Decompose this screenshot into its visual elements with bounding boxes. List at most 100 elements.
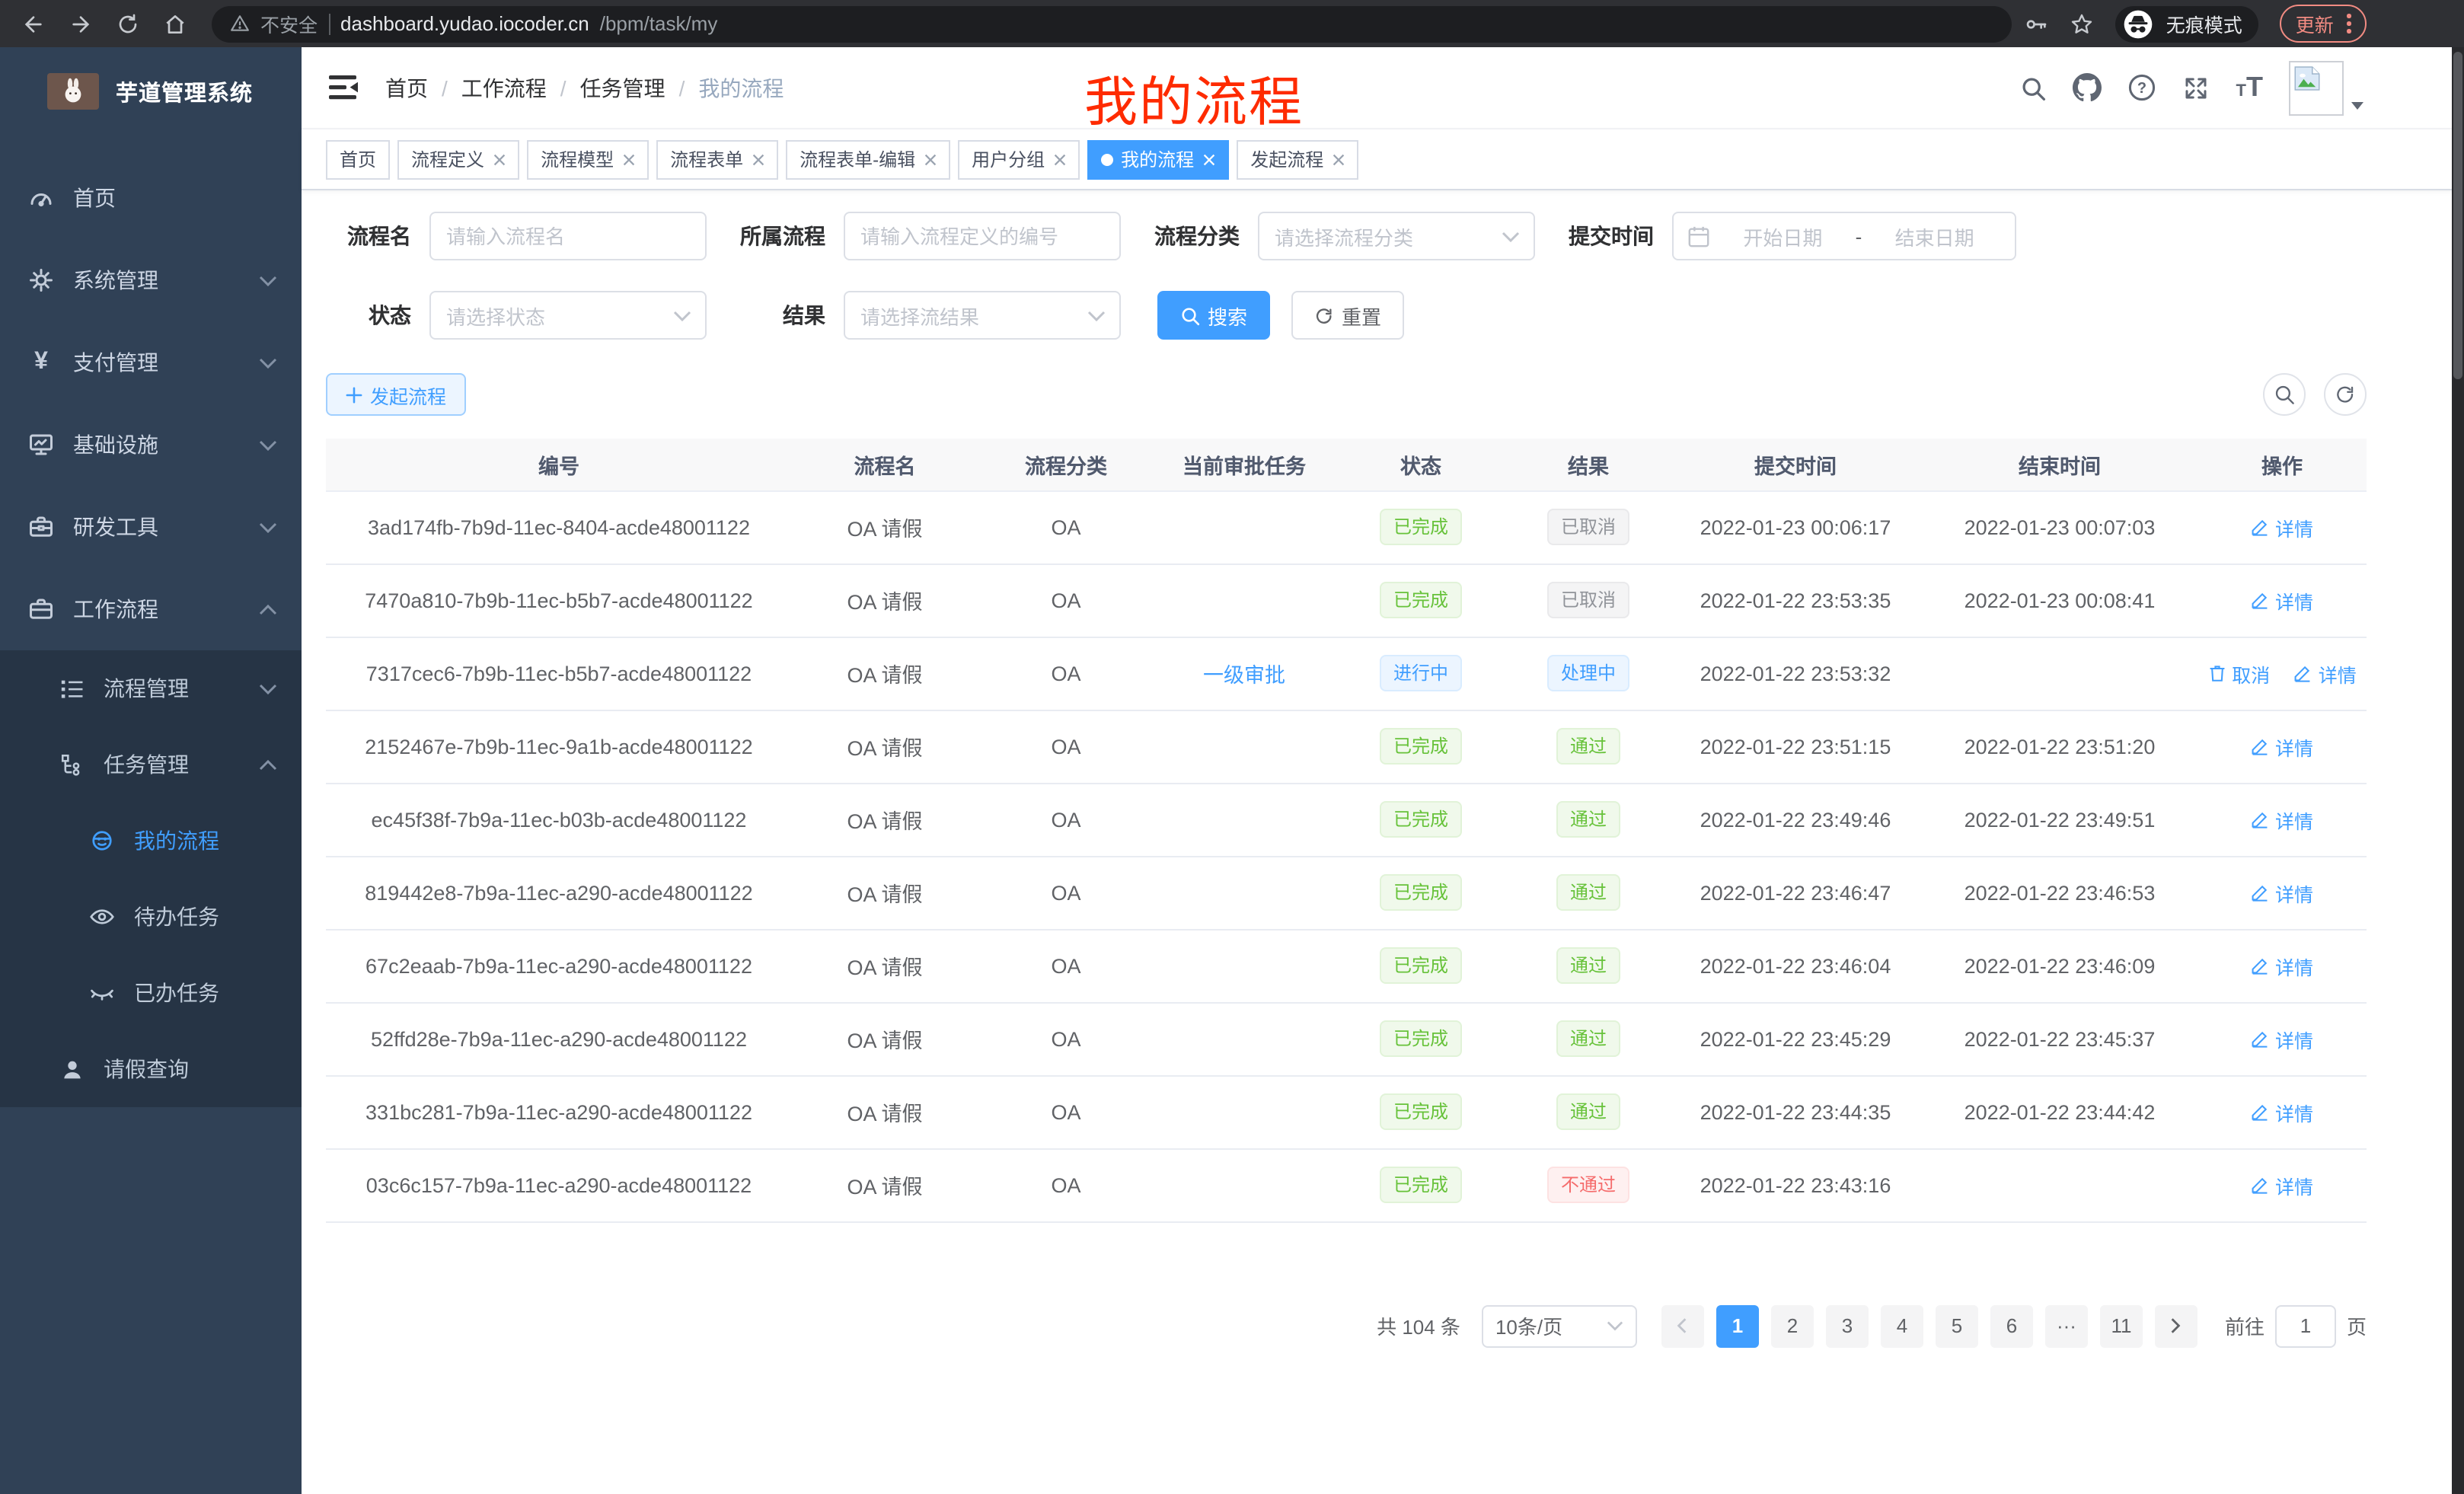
current-task-link[interactable]: 一级审批 <box>1203 664 1285 687</box>
detail-link[interactable]: 详情 <box>2251 586 2313 615</box>
page-button-11[interactable]: 11 <box>2100 1304 2143 1347</box>
close-icon[interactable] <box>1333 153 1345 165</box>
close-icon[interactable] <box>752 153 764 165</box>
status-badge: 已完成 <box>1380 947 1462 984</box>
reset-button[interactable]: 重置 <box>1291 291 1404 340</box>
scrollbar[interactable] <box>2452 47 2464 1494</box>
prev-page-button[interactable] <box>1661 1304 1704 1347</box>
help-icon[interactable]: ? <box>2128 73 2157 102</box>
address-bar[interactable]: 不安全 dashboard.yudao.iocoder.cn/bpm/task/… <box>212 5 2012 42</box>
close-icon[interactable] <box>493 153 506 165</box>
user-menu[interactable] <box>2289 60 2363 115</box>
chevron-down-icon <box>2351 101 2363 109</box>
search-toggle-button[interactable] <box>2263 373 2306 416</box>
sidebar-item-my-process[interactable]: 我的流程 <box>0 803 302 879</box>
breadcrumb-task-management[interactable]: 任务管理 <box>580 72 665 103</box>
sidebar-item-payment[interactable]: ¥ 支付管理 <box>0 321 302 404</box>
detail-link[interactable]: 详情 <box>2251 1097 2313 1126</box>
result-badge: 通过 <box>1556 728 1620 765</box>
logo[interactable]: 芋道管理系统 <box>0 47 302 136</box>
logo-image <box>47 73 99 110</box>
scrollbar-thumb[interactable] <box>2453 52 2462 379</box>
detail-link[interactable]: 详情 <box>2251 512 2313 541</box>
process-def-input[interactable] <box>844 212 1121 260</box>
sidebar-item-leave-query[interactable]: 请假查询 <box>0 1031 302 1107</box>
table-row: 7470a810-7b9b-11ec-b5b7-acde48001122 OA … <box>326 563 2367 637</box>
github-icon[interactable] <box>2073 73 2102 102</box>
sidebar-item-done-tasks[interactable]: 已办任务 <box>0 955 302 1031</box>
sidebar-item-todo-tasks[interactable]: 待办任务 <box>0 879 302 955</box>
update-button[interactable]: 更新 <box>2280 5 2367 43</box>
sidebar-item-process-management[interactable]: 流程管理 <box>0 650 302 726</box>
sidebar-item-workflow[interactable]: 工作流程 <box>0 568 302 650</box>
back-icon[interactable] <box>21 11 46 36</box>
result-select[interactable]: 请选择流结果 <box>844 291 1121 340</box>
more-pages-button[interactable]: ··· <box>2045 1304 2088 1347</box>
search-button[interactable]: 搜索 <box>1157 291 1270 340</box>
end-date-input[interactable]: 结束日期 <box>1868 222 2001 251</box>
process-id: 03c6c157-7b9a-11ec-a290-acde48001122 <box>326 1148 792 1221</box>
refresh-button[interactable] <box>2324 373 2367 416</box>
detail-link[interactable]: 详情 <box>2251 805 2313 834</box>
tab-user-group[interactable]: 用户分组 <box>958 139 1080 179</box>
bookmark-star-icon[interactable] <box>2070 11 2095 36</box>
sidebar-item-home[interactable]: 首页 <box>0 157 302 239</box>
page-button-3[interactable]: 3 <box>1826 1304 1869 1347</box>
sidebar-item-system[interactable]: 系统管理 <box>0 239 302 321</box>
sidebar-item-task-management[interactable]: 任务管理 <box>0 726 302 803</box>
detail-link[interactable]: 详情 <box>2251 878 2313 907</box>
page-size-select[interactable]: 10条/页 <box>1482 1304 1637 1347</box>
detail-link[interactable]: 详情 <box>2251 1170 2313 1199</box>
status-select[interactable]: 请选择状态 <box>429 291 707 340</box>
cancel-link[interactable]: 取消 <box>2207 659 2270 688</box>
close-icon[interactable] <box>623 153 635 165</box>
close-icon[interactable] <box>1054 153 1066 165</box>
workflow-submenu: 流程管理 任务管理 我的流程 待办任务 <box>0 650 302 1107</box>
table-row: ec45f38f-7b9a-11ec-b03b-acde48001122 OA … <box>326 783 2367 856</box>
page-button-5[interactable]: 5 <box>1936 1304 1978 1347</box>
browser-menu-icon[interactable] <box>2348 14 2351 34</box>
detail-link[interactable]: 详情 <box>2251 1024 2313 1053</box>
font-size-icon[interactable]: TT <box>2236 72 2263 104</box>
page-button-2[interactable]: 2 <box>1771 1304 1814 1347</box>
page-button-4[interactable]: 4 <box>1881 1304 1923 1347</box>
start-date-input[interactable]: 开始日期 <box>1716 222 1850 251</box>
sidebar-toggle-icon[interactable] <box>329 75 359 101</box>
status-badge: 已完成 <box>1380 801 1462 838</box>
detail-link[interactable]: 详情 <box>2251 732 2313 761</box>
home-icon[interactable] <box>163 11 187 36</box>
tab-process-form[interactable]: 流程表单 <box>656 139 778 179</box>
tab-my-process[interactable]: 我的流程 <box>1087 139 1229 179</box>
date-range-picker[interactable]: 开始日期 - 结束日期 <box>1672 212 2016 260</box>
fullscreen-icon[interactable] <box>2183 74 2210 101</box>
close-icon[interactable] <box>924 153 937 165</box>
reload-icon[interactable] <box>116 11 140 36</box>
detail-link[interactable]: 详情 <box>2251 951 2313 980</box>
page-button-1[interactable]: 1 <box>1716 1304 1759 1347</box>
key-icon[interactable] <box>2025 11 2049 36</box>
process-table: 编号 流程名 流程分类 当前审批任务 状态 结果 提交时间 结束时间 操作 <box>326 439 2367 1222</box>
avatar[interactable] <box>2289 60 2344 115</box>
tab-process-definition[interactable]: 流程定义 <box>397 139 519 179</box>
tab-process-model[interactable]: 流程模型 <box>527 139 649 179</box>
goto-page-input[interactable] <box>2275 1304 2336 1347</box>
breadcrumb-home[interactable]: 首页 <box>385 72 428 103</box>
col-submit-time: 提交时间 <box>1669 439 1922 490</box>
next-page-button[interactable] <box>2155 1304 2197 1347</box>
tab-process-form-edit[interactable]: 流程表单-编辑 <box>786 139 950 179</box>
detail-link[interactable]: 详情 <box>2294 659 2357 688</box>
search-icon[interactable] <box>2020 74 2047 101</box>
breadcrumb-workflow[interactable]: 工作流程 <box>461 72 547 103</box>
page-button-6[interactable]: 6 <box>1990 1304 2033 1347</box>
close-icon[interactable] <box>1203 153 1215 165</box>
sidebar-item-devtools[interactable]: 研发工具 <box>0 486 302 568</box>
forward-icon[interactable] <box>69 11 93 36</box>
briefcase-icon <box>27 595 55 623</box>
col-result: 结果 <box>1508 439 1669 490</box>
start-process-button[interactable]: 发起流程 <box>326 373 466 416</box>
tab-home[interactable]: 首页 <box>326 139 390 179</box>
sidebar-item-infrastructure[interactable]: 基础设施 <box>0 404 302 486</box>
process-name-input[interactable] <box>429 212 707 260</box>
tab-start-process[interactable]: 发起流程 <box>1237 139 1358 179</box>
category-select[interactable]: 请选择流程分类 <box>1258 212 1535 260</box>
